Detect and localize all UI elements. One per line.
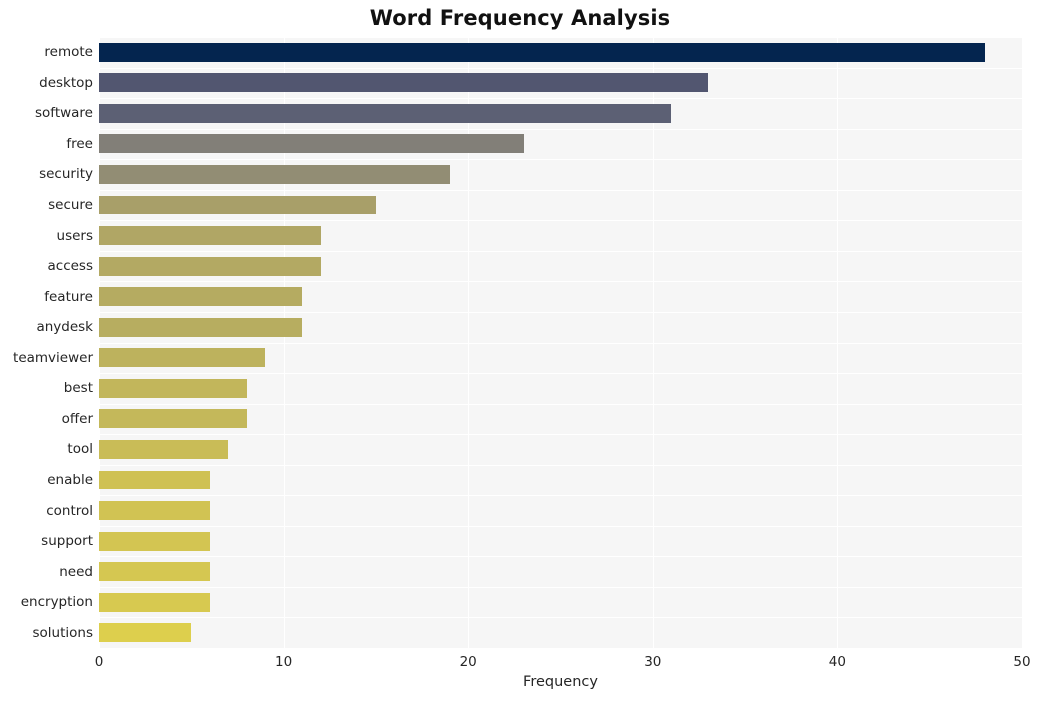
y-axis-tick-label: anydesk [36,319,93,336]
y-axis-tick-label: solutions [32,624,94,641]
y-axis-tick-label: desktop [39,74,93,91]
y-axis-tick-label: software [35,105,93,122]
horizontal-gridline [99,129,1022,130]
bar [99,348,266,368]
horizontal-gridline [99,617,1022,618]
horizontal-gridline [99,404,1022,405]
y-axis-tick-label: secure [48,197,93,214]
horizontal-gridline [99,526,1022,527]
horizontal-gridline [99,465,1022,466]
bar [99,73,709,93]
y-axis-tick-label: offer [61,410,93,427]
bar [99,256,321,276]
y-axis-tick-label: support [41,533,93,550]
horizontal-gridline [99,434,1022,435]
horizontal-gridline [99,648,1022,649]
x-axis-tick-label: 20 [459,654,477,670]
horizontal-gridline [99,587,1022,588]
horizontal-gridline [99,251,1022,252]
x-axis-label: Frequency [523,674,598,690]
bar [99,103,672,123]
x-axis-tick-labels: 0 10 20 30 40 50 [0,651,1040,673]
y-axis-tick-label: tool [67,441,93,458]
bar [99,439,229,459]
horizontal-gridline [99,68,1022,69]
horizontal-gridline [99,190,1022,191]
bar [99,287,303,307]
bar [99,470,210,490]
horizontal-gridline [99,220,1022,221]
horizontal-gridline [99,343,1022,344]
word-frequency-chart-figure: Word Frequency Analysis remote desktop sof… [0,0,1040,701]
horizontal-gridline [99,37,1022,38]
bar [99,623,192,643]
y-axis-tick-label: teamviewer [13,349,93,366]
y-axis-tick-label: encryption [20,594,93,611]
bar [99,409,247,429]
horizontal-gridline [99,98,1022,99]
horizontal-gridline [99,373,1022,374]
x-axis-tick-label: 30 [644,654,662,670]
plot-area [99,37,1023,649]
horizontal-gridline [99,281,1022,282]
y-axis-tick-label: access [47,258,94,275]
y-axis-tick-label: free [66,135,93,152]
vertical-gridline [1022,37,1023,648]
horizontal-gridline [99,556,1022,557]
bar [99,378,247,398]
bar [99,165,450,184]
y-axis-tick-label: security [39,166,93,183]
y-axis-tick-label: remote [44,44,93,61]
bar [99,226,321,246]
y-axis-tick-label: best [63,380,93,397]
chart-title: Word Frequency Analysis [369,6,671,30]
bar [99,531,210,551]
bar [99,592,210,612]
bar [99,195,376,215]
x-axis-tick-label: 50 [1013,654,1031,670]
y-axis-tick-label: users [56,227,93,244]
y-axis-tick-label: control [46,502,93,519]
x-axis-tick-label: 10 [275,654,293,670]
y-axis-tick-labels: remote desktop software free security secure u… [0,37,93,648]
bar [99,317,303,337]
x-axis-tick-label: 40 [828,654,846,670]
bar [99,42,986,62]
y-axis-tick-label: enable [47,471,93,488]
x-axis-tick-label: 0 [94,654,104,670]
horizontal-gridline [99,159,1022,160]
horizontal-gridline [99,312,1022,313]
bar [99,134,524,154]
y-axis-tick-label: feature [44,288,93,305]
bar [99,501,210,520]
horizontal-gridline [99,495,1022,496]
bar [99,562,210,582]
y-axis-tick-label: need [59,563,93,580]
